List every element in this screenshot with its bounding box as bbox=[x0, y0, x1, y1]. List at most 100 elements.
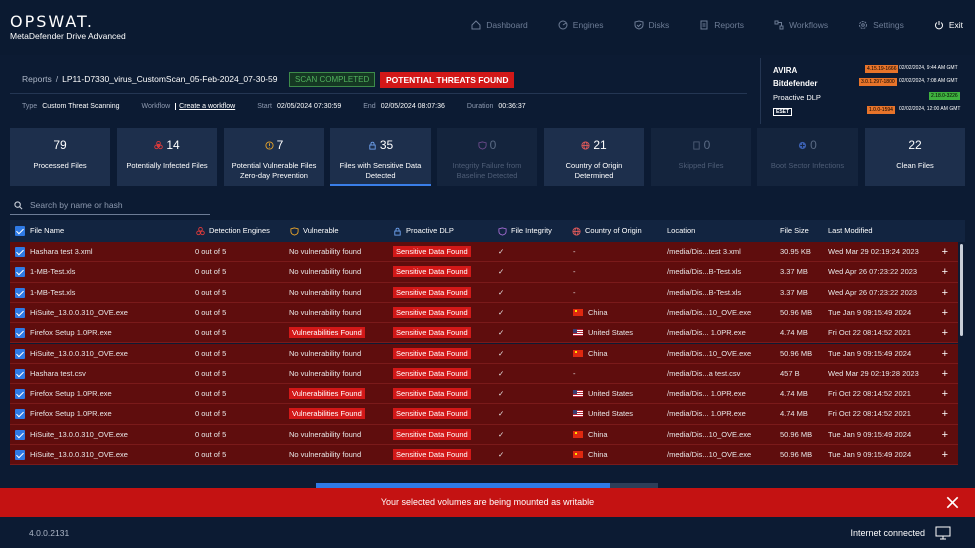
us-flag-icon bbox=[573, 329, 583, 337]
expand-row-button[interactable]: + bbox=[942, 404, 948, 424]
expand-row-button[interactable]: + bbox=[942, 262, 948, 282]
row-checkbox[interactable] bbox=[15, 409, 25, 420]
row-checkbox[interactable] bbox=[15, 247, 25, 257]
col-vulnerable[interactable]: Vulnerable bbox=[290, 220, 339, 242]
expand-row-button[interactable]: + bbox=[942, 303, 948, 323]
nav-settings[interactable]: Settings bbox=[858, 20, 904, 30]
stat-vulnerable-files[interactable]: 7 Potential Vulnerable Files Zero-day Pr… bbox=[224, 128, 324, 186]
shield-check-icon bbox=[634, 20, 644, 30]
table-row[interactable]: HiSuite_13.0.0.310_OVE.exe 0 out of 5 No v… bbox=[10, 424, 958, 445]
row-checkbox[interactable] bbox=[15, 348, 25, 359]
expand-row-button[interactable]: + bbox=[942, 283, 948, 303]
file-size-cell: 3.37 MB bbox=[780, 287, 808, 297]
expand-row-button[interactable]: + bbox=[942, 242, 948, 262]
col-location[interactable]: Location bbox=[667, 220, 695, 242]
nav-disks[interactable]: Disks bbox=[634, 20, 669, 30]
expand-row-button[interactable]: + bbox=[942, 425, 948, 445]
col-proactive-dlp[interactable]: Proactive DLP bbox=[393, 220, 454, 242]
biohazard-icon bbox=[154, 140, 164, 149]
expand-row-button[interactable]: + bbox=[942, 445, 948, 465]
table-row[interactable]: 1-MB-Test.xls 0 out of 5 No vulnerability … bbox=[10, 262, 958, 283]
detection-engines-cell: 0 out of 5 bbox=[195, 267, 227, 277]
stat-integrity-failure[interactable]: 0 Integrity Failure from Baseline Detect… bbox=[437, 128, 537, 186]
col-file-integrity[interactable]: File Integrity bbox=[498, 220, 552, 242]
vulnerability-status: No vulnerability found bbox=[289, 368, 362, 378]
scrollbar-thumb[interactable] bbox=[960, 244, 963, 336]
dlp-cell: Sensitive Data Found bbox=[393, 262, 471, 282]
engine-row: ESET 1.0.0-1594 02/02/2024, 12:00 AM GMT bbox=[761, 105, 975, 119]
last-modified-cell: Tue Jan 9 09:15:49 2024 bbox=[828, 429, 912, 439]
table-row[interactable]: Hashara test 3.xml 0 out of 5 No vulnerabi… bbox=[10, 242, 958, 263]
row-checkbox[interactable] bbox=[15, 368, 25, 379]
stat-processed-files[interactable]: 79 Processed Files bbox=[10, 128, 110, 186]
location-cell: /media/Dis...10_OVE.exe bbox=[667, 307, 752, 317]
stat-clean-files[interactable]: 22 Clean Files bbox=[865, 128, 965, 186]
create-workflow-link[interactable]: Create a workflow bbox=[175, 103, 235, 110]
breadcrumb: Reports / LP11-D7330_virus_CustomScan_05… bbox=[22, 74, 299, 84]
stat-country-of-origin[interactable]: 21 Country of Origin Determined bbox=[544, 128, 644, 186]
expand-row-button[interactable]: + bbox=[942, 323, 948, 343]
expand-row-button[interactable]: + bbox=[942, 344, 948, 364]
row-checkbox[interactable] bbox=[15, 429, 25, 440]
app-version: 4.0.0.2131 bbox=[29, 528, 70, 538]
integrity-cell: ✓ bbox=[498, 247, 505, 256]
col-detection-engines[interactable]: Detection Engines bbox=[196, 220, 270, 242]
file-size-cell: 50.96 MB bbox=[780, 348, 813, 358]
country-name: - bbox=[573, 287, 576, 297]
location-cell: /media/Dis... 1.0PR.exe bbox=[667, 389, 746, 399]
col-last-modified[interactable]: Last Modified bbox=[828, 220, 873, 242]
table-row[interactable]: HiSuite_13.0.0.310_OVE.exe 0 out of 5 No v… bbox=[10, 302, 958, 324]
dlp-cell: Sensitive Data Found bbox=[393, 445, 471, 465]
row-checkbox[interactable] bbox=[15, 328, 25, 339]
table-row[interactable]: HiSuite_13.0.0.310_OVE.exe 0 out of 5 No v… bbox=[10, 445, 958, 466]
col-country-of-origin[interactable]: Country of Origin bbox=[572, 220, 642, 242]
sensitive-data-tag: Sensitive Data Found bbox=[393, 266, 471, 278]
end-label: End bbox=[363, 103, 376, 110]
close-icon[interactable] bbox=[946, 496, 959, 509]
nav-exit[interactable]: Exit bbox=[934, 20, 963, 30]
nav-dashboard[interactable]: Dashboard bbox=[471, 20, 528, 30]
table-row[interactable]: Firefox Setup 1.0PR.exe 0 out of 5 Vulnera… bbox=[10, 404, 958, 425]
expand-row-button[interactable]: + bbox=[942, 364, 948, 384]
row-checkbox[interactable] bbox=[15, 450, 25, 460]
country-cell: - bbox=[573, 242, 576, 262]
table-row[interactable]: Firefox Setup 1.0PR.exe 0 out of 5 Vulnera… bbox=[10, 384, 958, 405]
integrity-cell: ✓ bbox=[498, 368, 505, 378]
location-cell: /media/Dis...B-Test.xls bbox=[667, 267, 742, 277]
nav-reports[interactable]: Reports bbox=[699, 20, 744, 30]
country-cell: China bbox=[573, 445, 608, 465]
china-flag-icon bbox=[573, 451, 583, 458]
toast-message: Your selected volumes are being mounted … bbox=[380, 497, 595, 507]
search-input[interactable] bbox=[30, 197, 205, 213]
stat-sensitive-data[interactable]: 35 Files with Sensitive Data Detected bbox=[330, 128, 431, 186]
row-checkbox[interactable] bbox=[15, 389, 25, 400]
select-all-checkbox[interactable] bbox=[15, 226, 25, 236]
search-box bbox=[10, 196, 210, 215]
expand-row-button[interactable]: + bbox=[942, 384, 948, 404]
stat-boot-sector[interactable]: 0 Boot Sector Infections bbox=[757, 128, 858, 186]
col-file-size[interactable]: File Size bbox=[780, 220, 809, 242]
vulnerability-status: No vulnerability found bbox=[289, 348, 362, 358]
vulnerable-cell: No vulnerability found bbox=[289, 344, 361, 364]
stat-infected-files[interactable]: 14 Potentially Infected Files bbox=[117, 128, 217, 186]
col-file-name[interactable]: File Name bbox=[30, 220, 64, 242]
table-row[interactable]: Firefox Setup 1.0PR.exe 0 out of 5 Vulnera… bbox=[10, 323, 958, 344]
location-cell: /media/Dis...10_OVE.exe bbox=[667, 450, 752, 459]
file-name-cell: Firefox Setup 1.0PR.exe bbox=[30, 409, 112, 419]
nav-workflows[interactable]: Workflows bbox=[774, 20, 828, 30]
table-row[interactable]: HiSuite_13.0.0.310_OVE.exe 0 out of 5 No v… bbox=[10, 343, 958, 364]
last-modified-cell: Tue Jan 9 09:15:49 2024 bbox=[828, 450, 912, 459]
integrity-cell: ✓ bbox=[498, 389, 505, 399]
table-scrollbar[interactable] bbox=[958, 242, 964, 468]
table-row[interactable]: Hashara test.csv 0 out of 5 No vulnerabili… bbox=[10, 363, 958, 385]
file-size-cell: 50.96 MB bbox=[780, 307, 813, 317]
table-row[interactable]: 1-MB-Test.xls 0 out of 5 No vulnerability … bbox=[10, 282, 958, 303]
lock-icon bbox=[394, 227, 401, 236]
row-checkbox[interactable] bbox=[15, 287, 25, 298]
row-checkbox[interactable] bbox=[15, 307, 25, 318]
row-checkbox[interactable] bbox=[15, 267, 25, 278]
stat-value: 0 bbox=[489, 138, 497, 152]
breadcrumb-reports-link[interactable]: Reports bbox=[22, 74, 52, 84]
nav-engines[interactable]: Engines bbox=[558, 20, 604, 30]
stat-skipped-files[interactable]: 0 Skipped Files bbox=[651, 128, 751, 186]
